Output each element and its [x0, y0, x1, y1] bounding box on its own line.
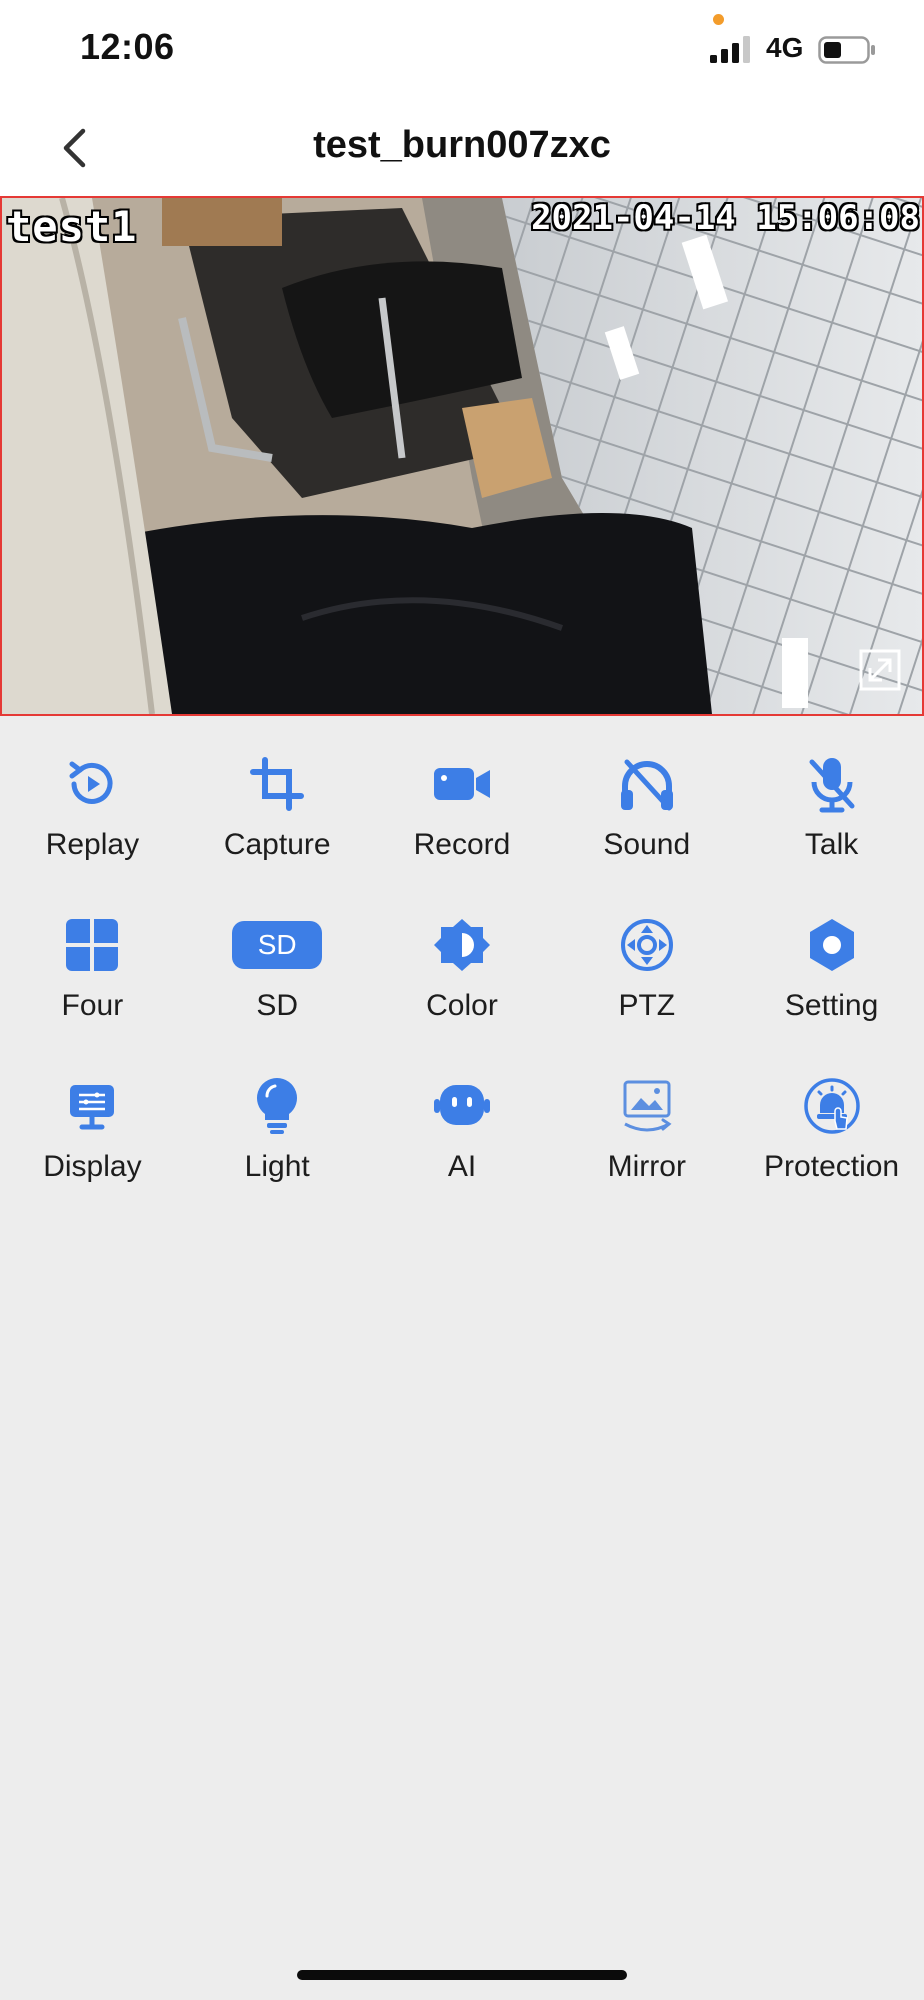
- display-label: Display: [43, 1150, 142, 1183]
- brightness-icon: [433, 919, 490, 971]
- display-button[interactable]: Display: [0, 1076, 185, 1237]
- home-indicator[interactable]: [297, 1970, 627, 1980]
- headphones-muted-icon: [620, 759, 673, 811]
- record-button[interactable]: Record: [370, 754, 555, 915]
- video-osd-label: test1: [6, 202, 138, 251]
- status-time: 12:06: [80, 26, 175, 67]
- light-button[interactable]: Light: [185, 1076, 370, 1237]
- lightbulb-icon: [257, 1078, 298, 1134]
- battery-icon: [818, 36, 875, 64]
- capture-label: Capture: [223, 828, 331, 861]
- camera-frame-image: [2, 198, 922, 714]
- grid-four-icon: [66, 919, 119, 971]
- display-settings-icon: [70, 1085, 115, 1130]
- four-label: Four: [61, 989, 124, 1022]
- replay-label: Replay: [45, 828, 140, 861]
- capture-button[interactable]: Capture: [185, 754, 370, 915]
- live-video-view[interactable]: test1 2021-04-14 15:06:08: [0, 196, 924, 716]
- replay-button[interactable]: Replay: [0, 754, 185, 915]
- light-label: Light: [244, 1150, 310, 1183]
- microphone-muted-icon: [809, 758, 855, 813]
- ai-button[interactable]: AI: [370, 1076, 555, 1237]
- page-title: test_burn007zxc: [313, 124, 611, 166]
- four-button[interactable]: Four: [0, 915, 185, 1076]
- talk-button[interactable]: Talk: [739, 754, 924, 915]
- ptz-button[interactable]: PTZ: [554, 915, 739, 1076]
- network-type: 4G: [766, 32, 804, 63]
- video-osd-timestamp: 2021-04-14 15:06:08: [531, 198, 920, 238]
- ai-label: AI: [447, 1150, 477, 1183]
- control-panel: Replay Capture Record Sound Talk Four SD…: [0, 716, 924, 1237]
- talk-label: Talk: [804, 828, 859, 861]
- gear-icon: [809, 919, 854, 971]
- color-button[interactable]: Color: [370, 915, 555, 1076]
- record-label: Record: [413, 828, 511, 861]
- nav-bar: test_burn007zxc: [0, 100, 924, 196]
- color-label: Color: [426, 989, 498, 1022]
- sd-button[interactable]: SD SD: [185, 915, 370, 1076]
- crop-icon: [250, 757, 305, 811]
- sound-label: Sound: [603, 828, 691, 861]
- sd-label: SD: [256, 989, 299, 1022]
- setting-label: Setting: [784, 989, 879, 1022]
- mirror-button[interactable]: Mirror: [554, 1076, 739, 1237]
- mirror-image-icon: [623, 1080, 672, 1132]
- cellular-signal-icon: [710, 36, 750, 63]
- status-bar: 12:06 4G: [0, 0, 924, 100]
- setting-button[interactable]: Setting: [739, 915, 924, 1076]
- ptz-joystick-icon: [620, 919, 673, 971]
- fullscreen-icon[interactable]: [858, 648, 902, 692]
- mirror-label: Mirror: [607, 1150, 686, 1183]
- protection-button[interactable]: Protection: [739, 1076, 924, 1237]
- alarm-protection-icon: [803, 1078, 860, 1134]
- replay-icon: [69, 761, 113, 804]
- video-camera-icon: [433, 768, 490, 800]
- sound-button[interactable]: Sound: [554, 754, 739, 915]
- privacy-indicator-dot: [713, 14, 724, 25]
- robot-face-icon: [433, 1085, 490, 1125]
- sd-badge-icon: SD: [232, 921, 323, 969]
- ptz-label: PTZ: [618, 989, 676, 1022]
- protection-label: Protection: [764, 1150, 900, 1183]
- sd-badge-text: SD: [257, 929, 297, 960]
